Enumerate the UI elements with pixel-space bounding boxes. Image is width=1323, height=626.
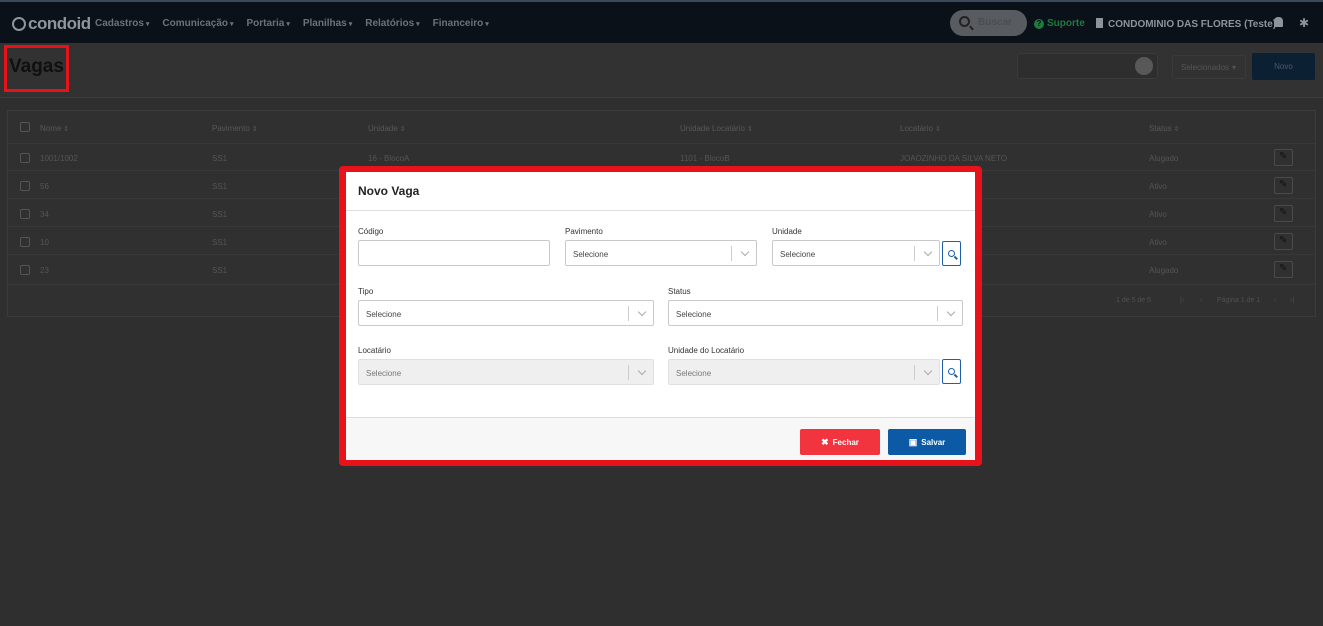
selected-filter-dropdown[interactable]: Selecionados: [1172, 55, 1246, 79]
main-menu: Cadastros Comunicação Portaria Planilhas…: [95, 18, 489, 29]
cell-status: Alugado: [1149, 154, 1179, 163]
pavimento-select[interactable]: Selecione: [565, 240, 757, 266]
row-checkbox[interactable]: [20, 265, 30, 275]
cell-status: Ativo: [1149, 210, 1167, 219]
first-page-icon[interactable]: |‹: [1180, 297, 1184, 304]
cell-pavimento: SS1: [212, 210, 228, 219]
status-select[interactable]: Selecione: [668, 300, 963, 326]
locatario-label: Locatário: [358, 346, 391, 355]
chevron-down-icon: [637, 307, 647, 317]
tipo-select[interactable]: Selecione: [358, 300, 654, 326]
bell-icon[interactable]: [1274, 17, 1283, 27]
divider: [346, 210, 975, 211]
row-checkbox[interactable]: [20, 209, 30, 219]
select-all-checkbox[interactable]: [20, 122, 30, 132]
title-highlight-box: [4, 45, 69, 92]
column-header-status[interactable]: Status: [1149, 124, 1180, 133]
search-icon: [959, 16, 970, 27]
chevron-down-icon: [946, 307, 956, 317]
menu-planilhas[interactable]: Planilhas: [303, 18, 352, 29]
unidade-label: Unidade: [772, 227, 802, 236]
last-page-icon[interactable]: ›|: [1290, 297, 1294, 304]
unidade-locatario-label: Unidade do Locatário: [668, 346, 745, 355]
next-page-icon[interactable]: ›: [1274, 297, 1276, 304]
cell-pavimento: SS1: [212, 154, 228, 163]
modal-title: Novo Vaga: [358, 184, 420, 198]
column-header-pavimento[interactable]: Pavimento: [212, 124, 258, 133]
cell-nome: 56: [40, 182, 49, 191]
prev-page-icon[interactable]: ‹: [1200, 297, 1202, 304]
building-icon: [1096, 18, 1103, 28]
cell-pavimento: SS1: [212, 182, 228, 191]
novo-vaga-modal: Novo Vaga Código Pavimento Selecione Uni…: [346, 172, 975, 460]
column-header-locatario[interactable]: Locatário: [900, 124, 941, 133]
table-search-input[interactable]: [1017, 53, 1158, 79]
condoid-logo[interactable]: condoid: [12, 14, 91, 34]
unidade-search-button[interactable]: [942, 241, 961, 266]
menu-cadastros[interactable]: Cadastros: [95, 18, 149, 29]
edit-button[interactable]: [1274, 233, 1293, 250]
locatario-select[interactable]: Selecione: [358, 359, 654, 385]
menu-comunicacao[interactable]: Comunicação: [162, 18, 233, 29]
menu-relatorios[interactable]: Relatórios: [365, 18, 419, 29]
cell-nome: 34: [40, 210, 49, 219]
cell-unidade-locatario: 1101 - BlocoB: [680, 154, 730, 163]
edit-button[interactable]: [1274, 205, 1293, 222]
search-icon[interactable]: [1135, 57, 1153, 75]
edit-button[interactable]: [1274, 177, 1293, 194]
save-button[interactable]: ▣ Salvar: [888, 429, 966, 455]
menu-portaria[interactable]: Portaria: [247, 18, 290, 29]
row-checkbox[interactable]: [20, 181, 30, 191]
chevron-down-icon: [923, 247, 933, 257]
chevron-down-icon: [637, 366, 647, 376]
codigo-input[interactable]: [358, 240, 550, 266]
chevron-down-icon: [740, 247, 750, 257]
logo-icon: [12, 17, 26, 31]
status-label: Status: [668, 287, 691, 296]
zoom-in-icon: [948, 368, 955, 375]
gear-icon[interactable]: ✱: [1299, 16, 1309, 30]
unidade-locatario-search-button[interactable]: [942, 359, 961, 384]
support-link[interactable]: ? Suporte: [1034, 18, 1085, 29]
cell-nome: 10: [40, 238, 49, 247]
row-checkbox[interactable]: [20, 237, 30, 247]
help-icon: ?: [1034, 19, 1044, 29]
chevron-down-icon: [923, 366, 933, 376]
tipo-label: Tipo: [358, 287, 374, 296]
menu-financeiro[interactable]: Financeiro: [433, 18, 489, 29]
cell-pavimento: SS1: [212, 266, 228, 275]
record-count: 1 de 5 de 5: [1116, 297, 1152, 304]
cell-locatario: JOAOZINHO DA SILVA NETO: [900, 154, 1008, 163]
cell-nome: 1001/1002: [40, 154, 78, 163]
edit-button[interactable]: [1274, 149, 1293, 166]
modal-footer: ✖ Fechar ▣ Salvar: [346, 417, 975, 460]
unidade-locatario-select[interactable]: Selecione: [668, 359, 940, 385]
cell-status: Alugado: [1149, 266, 1179, 275]
global-search-button[interactable]: Buscar: [950, 10, 1027, 36]
column-header-unidade[interactable]: Unidade: [368, 124, 406, 133]
column-header-unidade-locatario[interactable]: Unidade Locatário: [680, 124, 753, 133]
page-indicator: Página 1 de 1: [1217, 297, 1261, 304]
floppy-disk-icon: ▣: [908, 437, 918, 447]
new-button[interactable]: Novo: [1252, 53, 1315, 80]
divider: [8, 143, 1315, 144]
row-checkbox[interactable]: [20, 153, 30, 163]
edit-button[interactable]: [1274, 261, 1293, 278]
cell-pavimento: SS1: [212, 238, 228, 247]
zoom-in-icon: [948, 250, 955, 257]
close-button[interactable]: ✖ Fechar: [800, 429, 880, 455]
unidade-select[interactable]: Selecione: [772, 240, 940, 266]
cell-status: Ativo: [1149, 182, 1167, 191]
cell-nome: 23: [40, 266, 49, 275]
pavimento-label: Pavimento: [565, 227, 603, 236]
close-icon: ✖: [821, 437, 829, 447]
condominium-selector[interactable]: CONDOMINIO DAS FLORES (Teste): [1096, 18, 1276, 30]
column-header-nome[interactable]: Nome: [40, 124, 69, 133]
top-navbar: condoid Cadastros Comunicação Portaria P…: [0, 0, 1323, 43]
cell-status: Ativo: [1149, 238, 1167, 247]
cell-unidade: 16 - BlocoA: [368, 154, 410, 163]
codigo-label: Código: [358, 227, 384, 236]
